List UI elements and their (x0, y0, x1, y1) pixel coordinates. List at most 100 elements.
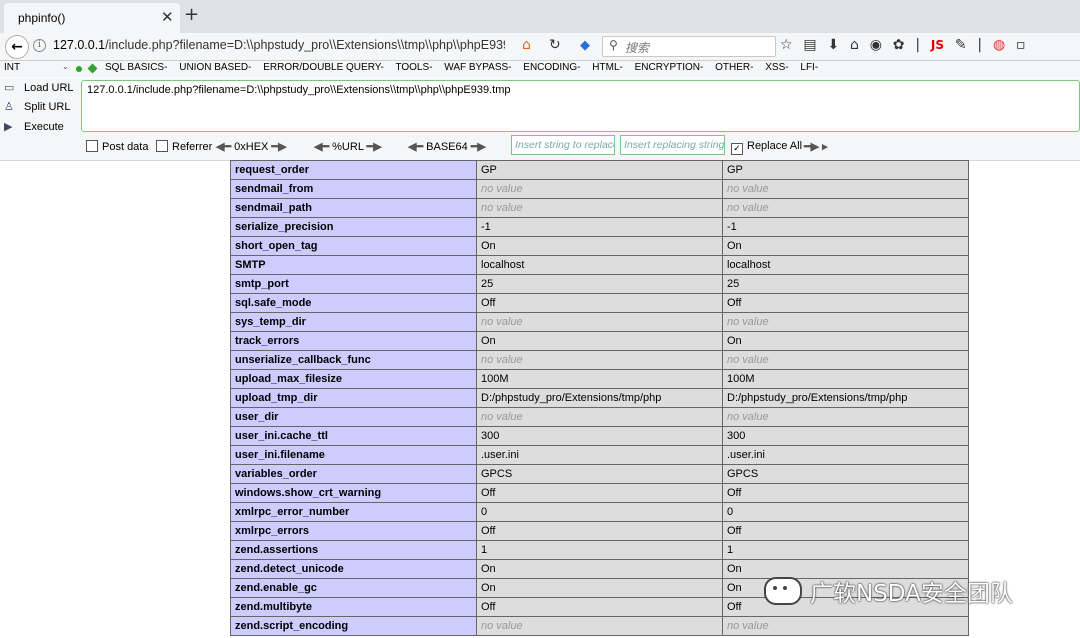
master-value: 300 (722, 426, 969, 446)
navigation-bar: ← i 127.0.0.1/include.php?filename=D:\\p… (0, 33, 1080, 61)
table-row: xmlrpc_errors Off Off (230, 521, 969, 541)
chevron-down-icon[interactable]: ⌄ (62, 62, 69, 71)
table-row: user_dir no value no value (230, 407, 969, 427)
load-url-button[interactable]: ▭ Load URL (4, 81, 74, 94)
menu-other[interactable]: OTHER- (715, 62, 753, 73)
menu-error-double-query[interactable]: ERROR/DOUBLE QUERY- (263, 62, 384, 73)
directive-name: xmlrpc_error_number (230, 502, 477, 522)
menu-encoding[interactable]: ENCODING- (523, 62, 580, 73)
address-bar[interactable]: 127.0.0.1/include.php?filename=D:\\phpst… (53, 38, 505, 52)
menu-xss[interactable]: XSS- (765, 62, 788, 73)
color-picker-icon[interactable]: ✿ (893, 37, 905, 53)
local-value: -1 (476, 217, 723, 237)
local-value: Off (476, 597, 723, 617)
menu-waf-bypass[interactable]: WAF BYPASS- (444, 62, 511, 73)
menu-html[interactable]: HTML- (592, 62, 623, 73)
extension-icon[interactable]: ✎ (955, 37, 967, 53)
info-icon[interactable]: i (33, 39, 46, 52)
master-value: localhost (722, 255, 969, 275)
local-value: On (476, 236, 723, 256)
hackbar-panel: ▭ Load URL ♙ Split URL ▶ Execute 127.0.0.1/… (0, 78, 1080, 161)
addon-icon[interactable]: ◉ (870, 37, 882, 53)
checkbox-box (156, 140, 168, 152)
table-row: serialize_precision -1 -1 (230, 217, 969, 237)
table-row: unserialize_callback_func no value no valu… (230, 350, 969, 370)
more-icon[interactable]: ▫ (1016, 37, 1026, 53)
replacing-string-input[interactable]: Insert replacing string (620, 135, 725, 155)
split-url-button[interactable]: ♙ Split URL (4, 100, 70, 113)
hex-encode-button[interactable]: ◀━ 0xHEX ━▶ (216, 140, 287, 153)
master-value: no value (722, 312, 969, 332)
replace-string-input[interactable]: Insert string to replace (511, 135, 615, 155)
post-data-checkbox[interactable]: Post data (86, 140, 148, 153)
checkbox-box (86, 140, 98, 152)
status-diamond-icon[interactable] (87, 63, 98, 74)
master-value: 25 (722, 274, 969, 294)
tab-phpinfo[interactable]: phpinfo() ✕ (4, 3, 180, 33)
hackbar-menu-items: SQL BASICS- UNION BASED- ERROR/DOUBLE QU… (105, 62, 827, 73)
table-row: zend.assertions 1 1 (230, 540, 969, 560)
wechat-icon (764, 577, 802, 605)
phpinfo-table: request_order GP GP sendmail_from no value no… (230, 160, 969, 636)
execute-button[interactable]: ▶ Execute (4, 120, 64, 133)
local-value: GP (476, 160, 723, 180)
directive-name: upload_max_filesize (230, 369, 477, 389)
back-arrow-icon[interactable]: ← (5, 35, 29, 59)
arrow-right-icon: ━▶ ▸ (804, 141, 828, 153)
search-input[interactable]: ⚲ 搜索 (602, 36, 776, 57)
master-value: GP (722, 160, 969, 180)
master-value: 100M (722, 369, 969, 389)
search-placeholder: 搜索 (625, 41, 650, 55)
menu-tools[interactable]: TOOLS- (395, 62, 432, 73)
home-icon[interactable]: ⌂ (522, 37, 531, 53)
directive-name: short_open_tag (230, 236, 477, 256)
base64-button[interactable]: ◀━ BASE64 ━▶ (408, 140, 486, 153)
reload-icon[interactable]: ↻ (549, 37, 561, 53)
phpinfo-table-container: request_order GP GP sendmail_from no value no… (230, 160, 970, 636)
menu-sql-basics[interactable]: SQL BASICS- (105, 62, 167, 73)
load-url-label: Load URL (24, 82, 74, 94)
pocket-icon[interactable]: ◆ (580, 38, 590, 53)
arrow-right-icon: ━▶ (271, 141, 287, 153)
directive-name: SMTP (230, 255, 477, 275)
directive-name: zend.multibyte (230, 597, 477, 617)
local-value: GPCS (476, 464, 723, 484)
menu-union-based[interactable]: UNION BASED- (179, 62, 251, 73)
red-extension-icon[interactable]: ◍ (993, 37, 1005, 53)
url-textarea[interactable]: 127.0.0.1/include.php?filename=D:\\phpst… (81, 80, 1080, 132)
local-value: Off (476, 483, 723, 503)
tab-title: phpinfo() (18, 11, 66, 25)
library-icon[interactable]: ▤ (803, 37, 816, 53)
local-value: no value (476, 616, 723, 636)
enable-dot-icon[interactable] (76, 66, 82, 72)
url-enc-label: %URL (332, 141, 364, 153)
new-tab-icon[interactable]: + (184, 4, 199, 25)
master-value: no value (722, 179, 969, 199)
directive-name: user_dir (230, 407, 477, 427)
injection-type-select[interactable]: INT (4, 62, 70, 75)
home-toolbar-icon[interactable]: ⌂ (850, 37, 859, 53)
download-icon[interactable]: ⬇ (827, 37, 839, 53)
directive-name: zend.enable_gc (230, 578, 477, 598)
directive-name: user_ini.cache_ttl (230, 426, 477, 446)
master-value: Off (722, 293, 969, 313)
table-row: short_open_tag On On (230, 236, 969, 256)
javascript-toggle-icon[interactable]: JS (931, 38, 944, 52)
master-value: Off (722, 521, 969, 541)
replace-all-checkbox[interactable]: ✓ Replace All (731, 140, 802, 155)
replace-go-button[interactable]: ━▶ ▸ (804, 140, 828, 153)
bookmark-star-icon[interactable]: ☆ (780, 37, 793, 53)
url-host: 127.0.0.1 (53, 38, 106, 52)
close-tab-icon[interactable]: ✕ (161, 8, 174, 26)
post-data-label: Post data (102, 141, 149, 153)
local-value: On (476, 559, 723, 579)
table-row: zend.script_encoding no value no value (230, 616, 969, 636)
menu-lfi[interactable]: LFI- (800, 62, 818, 73)
local-value: no value (476, 179, 723, 199)
menu-encryption[interactable]: ENCRYPTION- (635, 62, 704, 73)
referrer-checkbox[interactable]: Referrer (156, 140, 212, 153)
url-encode-button[interactable]: ◀━ %URL ━▶ (314, 140, 382, 153)
directive-name: variables_order (230, 464, 477, 484)
directive-name: serialize_precision (230, 217, 477, 237)
table-row: upload_max_filesize 100M 100M (230, 369, 969, 389)
